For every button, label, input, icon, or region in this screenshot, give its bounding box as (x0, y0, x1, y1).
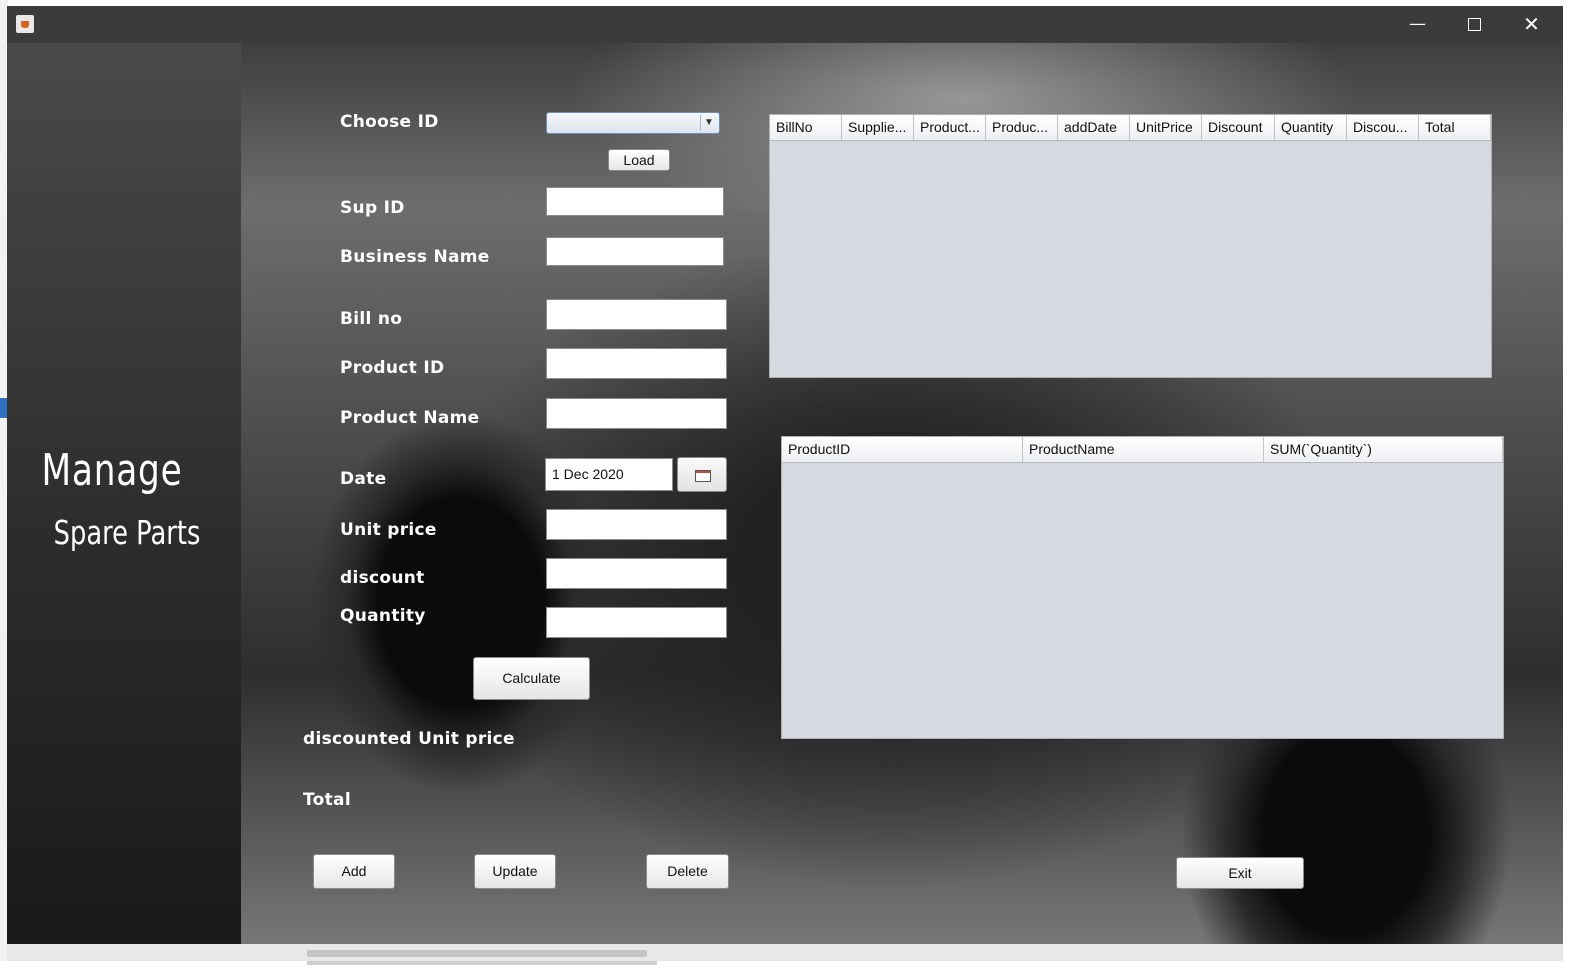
product-id-label: Product ID (340, 358, 445, 378)
dropdown-arrow-icon[interactable]: ▼ (700, 115, 717, 131)
bills-table[interactable]: BillNo Supplie... Product... Produc... a… (769, 114, 1492, 378)
bills-col-quantity[interactable]: Quantity (1275, 115, 1347, 140)
calendar-icon (695, 470, 711, 482)
bills-col-discount[interactable]: Discount (1202, 115, 1275, 140)
exit-button[interactable]: Exit (1176, 857, 1304, 889)
bills-col-unitprice[interactable]: UnitPrice (1130, 115, 1202, 140)
bills-col-product-id[interactable]: Product... (914, 115, 986, 140)
load-button[interactable]: Load (608, 149, 670, 171)
date-label: Date (340, 469, 387, 489)
close-icon[interactable]: ✕ (1503, 6, 1560, 43)
java-app-icon (16, 15, 34, 33)
choose-id-label: Choose ID (340, 112, 439, 132)
discounted-unit-price-label: discounted Unit price (303, 729, 515, 749)
product-name-field[interactable] (546, 398, 727, 429)
app-window: — ✕ Manage Spare Parts Choose ID ▼ Load … (7, 6, 1563, 961)
unit-price-field[interactable] (546, 509, 727, 540)
summary-col-productname[interactable]: ProductName (1023, 437, 1264, 462)
bills-col-supplier[interactable]: Supplie... (842, 115, 914, 140)
main-panel: Choose ID ▼ Load Sup ID Business Name Bi… (241, 43, 1563, 944)
business-name-label: Business Name (340, 247, 490, 267)
add-button[interactable]: Add (313, 854, 395, 889)
quantity-label: Quantity (340, 606, 426, 626)
sidebar: Manage Spare Parts (7, 43, 241, 944)
summary-col-sum-quantity[interactable]: SUM(`Quantity`) (1264, 437, 1503, 462)
bills-col-product-name[interactable]: Produc... (986, 115, 1058, 140)
choose-id-select[interactable]: ▼ (546, 112, 720, 134)
sup-id-label: Sup ID (340, 198, 405, 218)
title-bar: — ✕ (7, 6, 1563, 43)
product-id-field[interactable] (546, 348, 727, 379)
calculate-button[interactable]: Calculate (473, 657, 590, 700)
background-scroll-edge (0, 961, 1587, 976)
bills-col-billno[interactable]: BillNo (770, 115, 842, 140)
bills-col-discounted[interactable]: Discou... (1347, 115, 1419, 140)
update-button[interactable]: Update (474, 854, 556, 889)
summary-col-productid[interactable]: ProductID (782, 437, 1023, 462)
bills-col-adddate[interactable]: addDate (1058, 115, 1130, 140)
sup-id-field[interactable] (546, 187, 724, 216)
minimize-icon[interactable]: — (1389, 6, 1446, 43)
date-field[interactable]: 1 Dec 2020 (545, 458, 673, 491)
background-selection (0, 398, 7, 418)
total-label: Total (303, 790, 351, 810)
background-scroll-thumb (307, 961, 657, 965)
horizontal-scrollbar[interactable] (7, 944, 1563, 961)
sidebar-title: Manage (41, 445, 183, 496)
unit-price-label: Unit price (340, 520, 437, 540)
calendar-button[interactable] (677, 457, 727, 492)
sidebar-subtitle: Spare Parts (53, 513, 201, 552)
bills-col-total[interactable]: Total (1419, 115, 1491, 140)
summary-table[interactable]: ProductID ProductName SUM(`Quantity`) (781, 436, 1504, 739)
delete-button[interactable]: Delete (646, 854, 729, 889)
summary-table-header: ProductID ProductName SUM(`Quantity`) (782, 437, 1503, 463)
discount-label: discount (340, 568, 425, 588)
product-name-label: Product Name (340, 408, 480, 428)
bills-table-header: BillNo Supplie... Product... Produc... a… (770, 115, 1491, 141)
business-name-field[interactable] (546, 237, 724, 266)
bill-no-label: Bill no (340, 309, 403, 329)
bill-no-field[interactable] (546, 299, 727, 330)
maximize-icon[interactable] (1446, 6, 1503, 43)
quantity-field[interactable] (546, 607, 727, 638)
scrollbar-thumb[interactable] (307, 950, 647, 957)
discount-field[interactable] (546, 558, 727, 589)
